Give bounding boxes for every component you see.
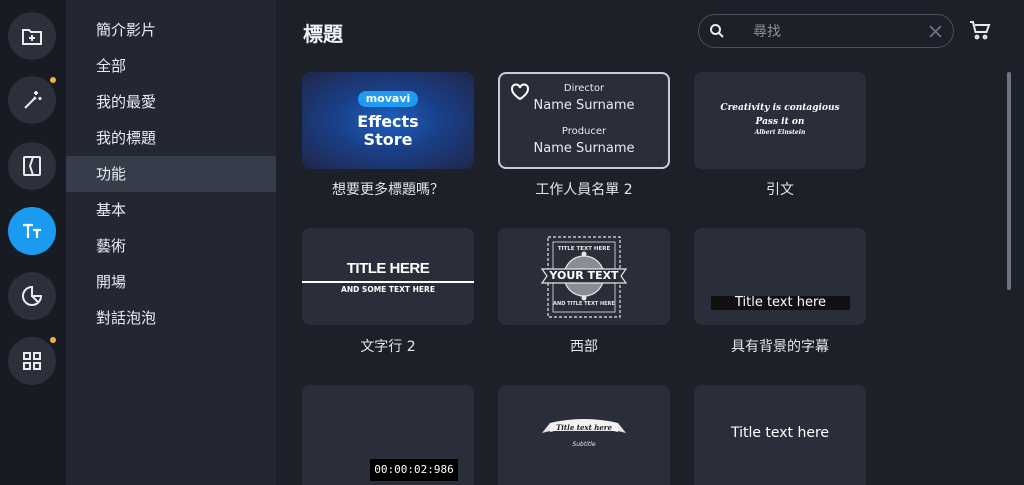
tile-caption: 引文 <box>766 182 794 198</box>
tile-text: Store <box>363 130 413 149</box>
timecode-readout: 00:00:02:986 <box>370 459 458 481</box>
title-tile-quote[interactable]: Creativity is contagious Pass it on Albe… <box>694 72 866 169</box>
title-tile-text-line-2[interactable]: TITLE HERE AND SOME TEXT HERE <box>302 228 474 325</box>
more-tools-icon <box>23 352 41 370</box>
title-tile-effects-store[interactable]: movavi Effects Store <box>302 72 474 169</box>
title-tile-ribbon[interactable]: Title text here Subtitle <box>498 385 670 485</box>
tile-text: YOUR TEXT <box>549 269 619 282</box>
tile-text: Title text here <box>730 425 830 441</box>
scrollbar[interactable] <box>1007 72 1011 290</box>
effects-button[interactable] <box>8 76 56 124</box>
title-tile-subtitle-background[interactable]: Title text here <box>694 228 866 325</box>
stickers-icon <box>22 285 43 306</box>
tile-text: Title text here <box>711 296 850 310</box>
tile-text: Name Surname <box>533 98 635 113</box>
add-media-button[interactable] <box>8 12 56 60</box>
page-title: 標題 <box>303 22 343 46</box>
magic-wand-icon <box>24 91 42 109</box>
category-item[interactable]: 對話泡泡 <box>66 300 276 336</box>
tool-rail <box>0 0 66 485</box>
transitions-button[interactable] <box>8 142 56 190</box>
titles-icon <box>23 223 41 238</box>
category-item-selected[interactable]: 功能 <box>66 156 276 192</box>
category-sidebar: 簡介影片 全部 我的最愛 我的標題 功能 基本 藝術 開場 對話泡泡 <box>66 0 276 485</box>
tile-divider <box>302 281 474 283</box>
title-tile-credits-2[interactable]: Director Name Surname Producer Name Surn… <box>498 72 670 169</box>
cart-icon[interactable] <box>969 20 991 40</box>
title-tile-plain[interactable]: Title text here <box>694 385 866 485</box>
tile-text: Name Surname <box>533 141 635 156</box>
stickers-button[interactable] <box>8 272 56 320</box>
title-tile-western[interactable]: TITLE TEXT HERE YOUR TEXT AND TITLE TEXT… <box>498 228 670 325</box>
tile-text: TITLE HERE <box>346 260 430 277</box>
tile-text: Subtitle <box>572 441 596 448</box>
movavi-logo: movavi <box>358 91 418 107</box>
tile-text: Title text here <box>556 423 612 432</box>
tile-text: Producer <box>561 126 607 137</box>
category-item[interactable]: 我的最愛 <box>66 84 276 120</box>
tile-text: Pass it on <box>755 117 805 127</box>
search-box[interactable] <box>698 14 954 48</box>
category-item[interactable]: 基本 <box>66 192 276 228</box>
search-icon <box>710 24 724 38</box>
search-input[interactable] <box>751 21 915 43</box>
tile-text: AND TITLE TEXT HERE <box>553 301 615 307</box>
add-media-icon <box>22 29 42 45</box>
tile-text: AND SOME TEXT HERE <box>341 285 435 294</box>
tile-caption: 西部 <box>570 339 598 355</box>
more-tools-badge <box>50 337 56 343</box>
category-item[interactable]: 全部 <box>66 48 276 84</box>
category-item[interactable]: 藝術 <box>66 228 276 264</box>
tile-text: Effects <box>357 112 419 131</box>
tile-text: TITLE TEXT HERE <box>557 246 611 252</box>
title-tile-row3-1[interactable]: 00:00:02:986 <box>302 385 474 485</box>
transitions-icon <box>23 156 41 176</box>
tile-caption: 具有背景的字幕 <box>731 339 829 355</box>
tile-text: Creativity is contagious <box>720 103 840 113</box>
clear-search-icon[interactable] <box>929 25 942 38</box>
category-item[interactable]: 開場 <box>66 264 276 300</box>
titles-button[interactable] <box>8 207 56 255</box>
category-item[interactable]: 簡介影片 <box>66 12 276 48</box>
effects-badge <box>50 77 56 83</box>
tile-caption: 文字行 2 <box>360 339 416 355</box>
tile-text: Albert Einstein <box>754 129 806 136</box>
more-tools-button[interactable] <box>8 337 56 385</box>
ribbon-graphic <box>542 419 626 433</box>
tile-caption: 工作人員名單 2 <box>535 182 633 198</box>
titles-panel: 標題 movavi Effects Store 想要更多標題嗎？ Directo… <box>276 0 1024 485</box>
category-item[interactable]: 我的標題 <box>66 120 276 156</box>
tile-caption: 想要更多標題嗎？ <box>332 182 444 198</box>
tile-text: Director <box>563 83 605 94</box>
